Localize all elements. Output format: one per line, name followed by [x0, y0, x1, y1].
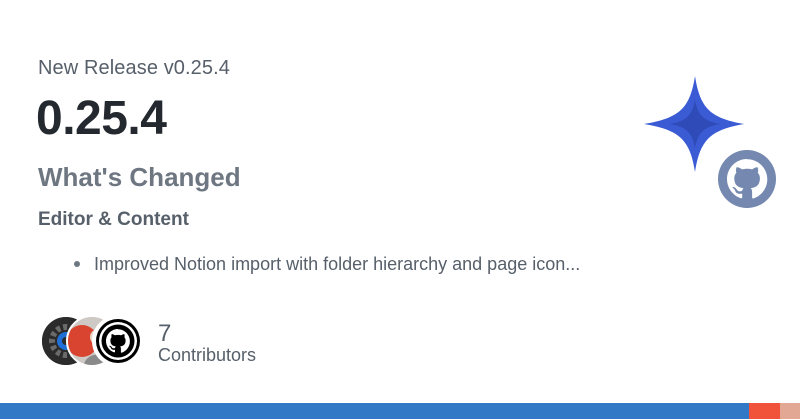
list-item-text: Improved Notion import with folder hiera… [94, 254, 581, 274]
contributors-label: Contributors [158, 345, 257, 365]
list-item: Improved Notion import with folder hiera… [72, 252, 580, 276]
github-icon [718, 150, 776, 208]
release-version: 0.25.4 [36, 92, 167, 145]
section-title: What's Changed [38, 162, 241, 192]
four-point-star-icon [644, 76, 776, 208]
release-subtitle: New Release v0.25.4 [38, 57, 231, 79]
bar-segment-blue [0, 403, 749, 419]
bullet-icon [74, 261, 80, 267]
changes-list: Improved Notion import with folder hiera… [72, 252, 580, 276]
contributors-avatars [40, 315, 148, 367]
bar-segment-red [749, 403, 780, 419]
bar-segment-peach [780, 403, 800, 419]
github-icon [96, 319, 140, 363]
contributors-count: 7 [158, 320, 172, 347]
bottom-color-bar [0, 403, 800, 419]
subsection-title: Editor & Content [38, 209, 189, 230]
release-card: New Release v0.25.4 0.25.4 What's Change… [0, 0, 800, 419]
avatar[interactable] [92, 315, 144, 367]
